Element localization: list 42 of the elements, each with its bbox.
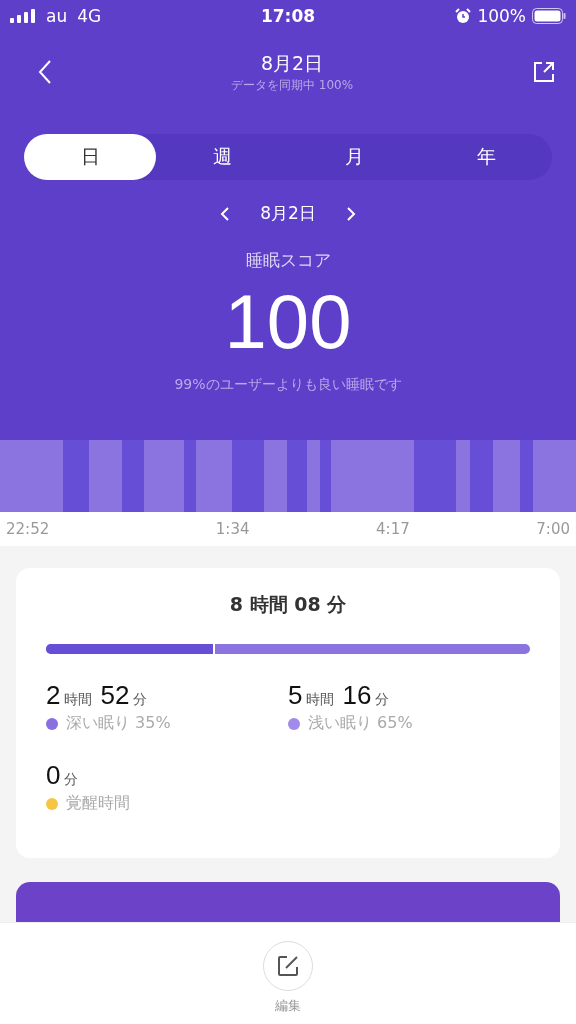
duration-unit: 分 — [64, 771, 79, 789]
time-label: 1:34 — [215, 520, 250, 538]
score-comparison: 99%のユーザーよりも良い睡眠です — [174, 376, 402, 394]
duration-value: 5 — [288, 680, 303, 711]
sync-status: データを同期中 100% — [230, 76, 354, 94]
duration-unit: 時間 — [306, 691, 335, 709]
time-label: 22:52 — [6, 520, 50, 538]
period-tab[interactable]: 月 — [288, 134, 420, 180]
edit-icon — [277, 955, 299, 977]
back-icon[interactable] — [38, 59, 52, 85]
share-icon[interactable] — [532, 60, 556, 84]
period-tab[interactable]: 週 — [156, 134, 288, 180]
current-date: 8月2日 — [260, 202, 316, 225]
edit-label: 編集 — [275, 997, 301, 1015]
stage-label: 浅い眠り 65% — [308, 713, 413, 734]
duration-unit: 分 — [375, 691, 390, 709]
score-label: 睡眠スコア — [245, 249, 331, 272]
time-label: 4:17 — [376, 520, 410, 538]
clock-time: 17:08 — [260, 6, 316, 26]
duration-unit: 時間 — [64, 691, 93, 709]
sleep-score: 100 — [224, 284, 352, 360]
time-label: 7:00 — [536, 520, 570, 538]
network-type: 4G — [77, 6, 102, 26]
duration-value: 52 — [100, 680, 130, 711]
duration-value: 0 — [46, 760, 61, 791]
duration-unit: 分 — [133, 691, 148, 709]
alarm-clock-icon — [455, 8, 472, 24]
next-day-icon[interactable] — [345, 205, 356, 222]
period-tab[interactable]: 日 — [24, 134, 156, 180]
period-tab[interactable]: 年 — [420, 134, 552, 180]
duration-value: 2 — [46, 680, 61, 711]
carrier-name: au — [46, 6, 68, 26]
page-title: 8月2日 — [260, 50, 324, 76]
duration-value: 16 — [342, 680, 372, 711]
battery-icon — [532, 8, 566, 24]
stage-label: 深い眠り 35% — [66, 713, 171, 734]
battery-percent: 100% — [477, 6, 526, 26]
edit-button[interactable] — [263, 941, 313, 991]
stage-label: 覚醒時間 — [66, 793, 130, 814]
previous-day-icon[interactable] — [220, 205, 231, 222]
total-sleep-time: 8 時間 08 分 — [229, 592, 347, 617]
signal-icon — [10, 9, 36, 23]
